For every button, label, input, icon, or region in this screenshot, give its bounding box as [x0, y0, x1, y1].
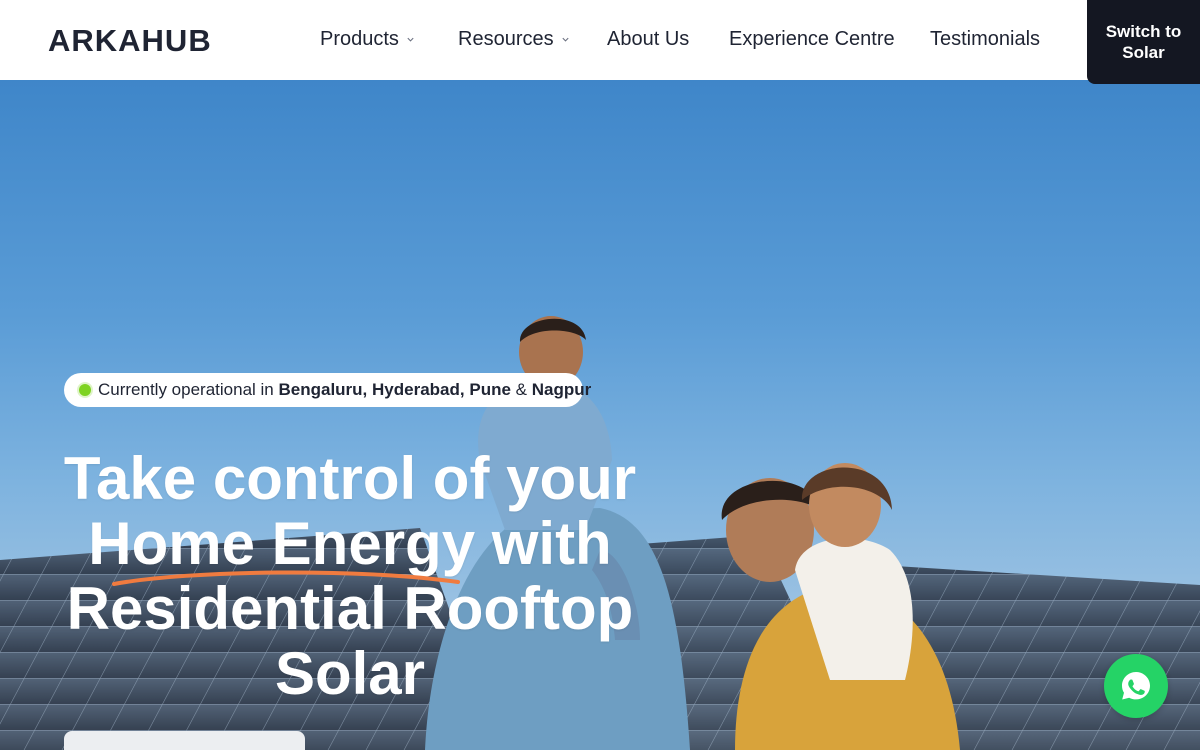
nav-resources-label: Resources: [458, 28, 554, 50]
whatsapp-icon: [1122, 672, 1150, 700]
status-dot-icon: [79, 384, 91, 396]
headline-line-1: Take control of your: [63, 445, 637, 512]
nav-about-us[interactable]: About Us: [607, 28, 689, 51]
nav-testimonials-label: Testimonials: [930, 28, 1041, 50]
nav-products[interactable]: Products: [320, 28, 415, 51]
headline-underline-accent: [112, 570, 460, 586]
switch-to-solar-button[interactable]: Switch to Solar: [1087, 0, 1200, 84]
arkahub-logo[interactable]: ARKAHUB: [48, 22, 254, 58]
nav-resources[interactable]: Resources: [458, 28, 570, 51]
operational-cities-badge: Currently operational in Bengaluru, Hyde…: [64, 373, 591, 407]
hero-cta-button[interactable]: [64, 731, 305, 750]
hero-section: Currently operational in Bengaluru, Hyde…: [0, 80, 1200, 750]
badge-city-3: Pune: [469, 380, 511, 399]
headline-line-4: Solar: [274, 640, 426, 707]
badge-prefix: Currently operational in: [98, 380, 274, 399]
badge-city-2: Hyderabad,: [372, 380, 465, 399]
badge-city-4: Nagpur: [531, 380, 592, 399]
nav-about-us-label: About Us: [607, 28, 690, 50]
nav-experience-centre[interactable]: Experience Centre: [729, 28, 895, 51]
svg-text:ARKAHUB: ARKAHUB: [48, 23, 212, 58]
badge-city-1: Bengaluru,: [278, 380, 368, 399]
chevron-down-icon: [407, 37, 414, 42]
badge-joiner: &: [515, 380, 527, 399]
whatsapp-chat-button[interactable]: [1104, 654, 1168, 718]
chevron-down-icon: [562, 37, 569, 42]
nav-products-label: Products: [320, 28, 399, 50]
nav-experience-centre-label: Experience Centre: [729, 28, 895, 50]
top-navigation-bar: ARKAHUB Products Resources About Us Expe…: [0, 0, 1200, 84]
nav-testimonials[interactable]: Testimonials: [930, 28, 1040, 51]
